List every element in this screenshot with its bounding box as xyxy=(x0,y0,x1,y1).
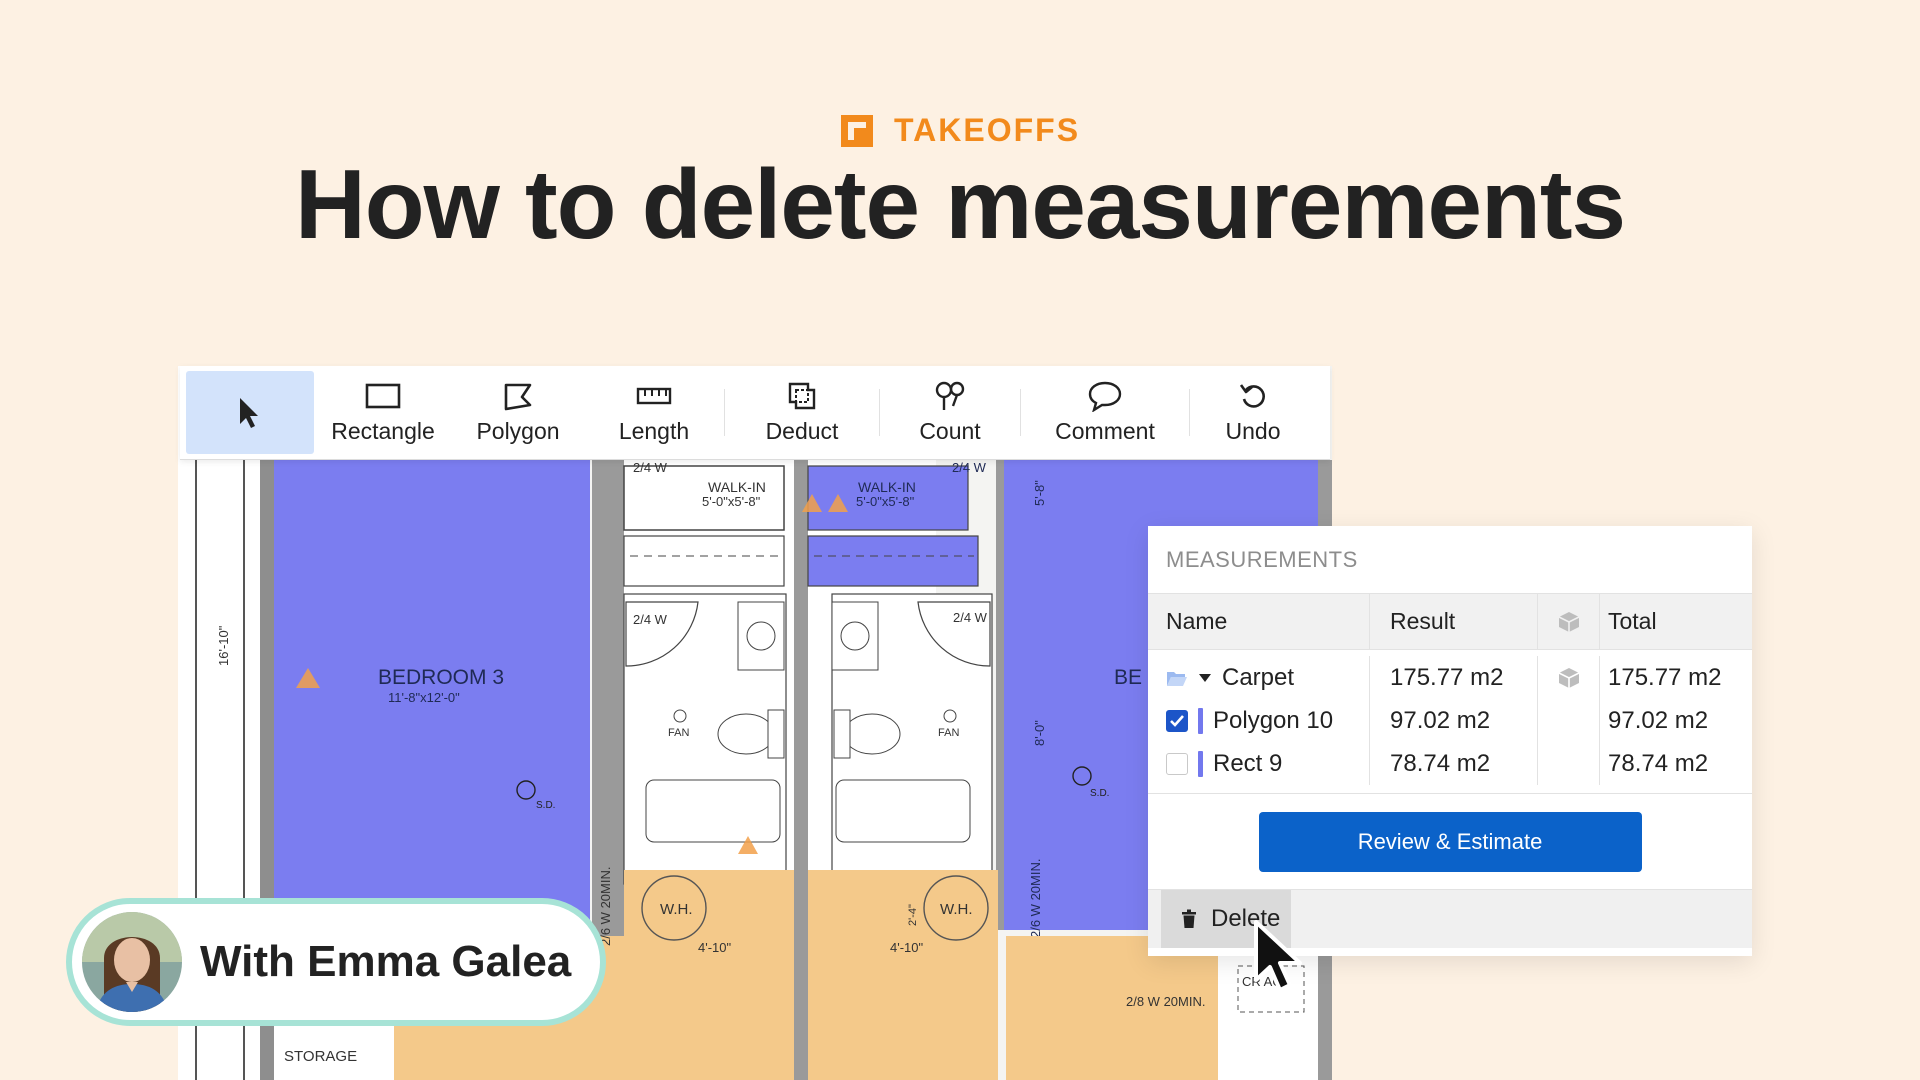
row-result: 175.77 m2 xyxy=(1370,656,1538,699)
count-icon xyxy=(933,380,967,412)
table-row[interactable]: Carpet 175.77 m2 175.77 m2 xyxy=(1148,656,1752,699)
rectangle-icon xyxy=(365,380,401,412)
comment-bubble-icon xyxy=(1087,380,1123,412)
count-tool-label: Count xyxy=(919,418,981,444)
ruler-icon xyxy=(636,380,672,412)
deduct-tool-button[interactable]: Deduct xyxy=(725,371,879,454)
cursor-arrow-icon xyxy=(236,397,264,429)
plan-label-wh-left: W.H. xyxy=(660,901,693,918)
page-title: How to delete measurements xyxy=(294,149,1626,259)
eyebrow-label: TAKEOFFS xyxy=(893,112,1081,148)
comment-tool-label: Comment xyxy=(1055,418,1155,444)
plan-dim-4-10-right: 4'-10" xyxy=(890,940,924,955)
cube-icon xyxy=(1558,611,1579,632)
color-swatch xyxy=(1198,750,1203,777)
plan-dim-5-8: 5'-8" xyxy=(1032,480,1047,506)
plan-door-28-20min: 2/8 W 20MIN. xyxy=(1126,994,1205,1009)
avatar xyxy=(82,912,182,1012)
row-total: 78.74 m2 xyxy=(1608,749,1709,777)
column-header-cube[interactable] xyxy=(1538,594,1600,649)
polygon-tool-label: Polygon xyxy=(476,418,560,444)
plan-door-24w-left: 2/4 W xyxy=(633,460,668,475)
cube-icon xyxy=(1558,667,1579,688)
column-header-total[interactable]: Total xyxy=(1600,594,1750,649)
rectangle-tool-button[interactable]: Rectangle xyxy=(314,371,452,454)
plan-dim-4-10-left: 4'-10" xyxy=(698,940,732,955)
table-row[interactable]: Polygon 10 97.02 m2 97.02 m2 xyxy=(1148,699,1752,742)
column-header-name[interactable]: Name xyxy=(1148,594,1370,649)
takeoffs-logo-icon xyxy=(840,114,873,147)
measurements-rows: Carpet 175.77 m2 175.77 m2 Polygon 10 97… xyxy=(1148,650,1752,794)
plan-label-bedroom3: BEDROOM 3 xyxy=(378,666,504,689)
table-row[interactable]: Rect 9 78.74 m2 78.74 m2 xyxy=(1148,742,1752,785)
review-button-row: Review & Estimate xyxy=(1148,794,1752,890)
plan-label-walkin-right: WALK-IN xyxy=(858,479,916,495)
deduct-tool-label: Deduct xyxy=(765,418,839,444)
plan-door-24w-right: 2/4 W xyxy=(952,460,987,475)
column-header-result[interactable]: Result xyxy=(1370,594,1538,649)
row-checkbox[interactable] xyxy=(1166,752,1188,775)
row-result: 78.74 m2 xyxy=(1370,742,1538,785)
folder-open-icon xyxy=(1167,671,1187,686)
drawing-toolbar: Rectangle Polygon Length Deduct Count Co… xyxy=(180,366,1330,460)
measurements-table-header: Name Result Total xyxy=(1148,594,1752,650)
measurements-panel: MEASUREMENTS Name Result Total Carpet 17… xyxy=(1148,526,1752,956)
polygon-icon xyxy=(502,380,534,412)
presenter-badge: With Emma Galea xyxy=(66,898,606,1026)
plan-label-walkin-right-dims: 5'-0"x5'-8" xyxy=(856,494,915,509)
comment-tool-button[interactable]: Comment xyxy=(1021,371,1189,454)
panel-footer: Delete xyxy=(1148,890,1752,948)
review-estimate-button[interactable]: Review & Estimate xyxy=(1258,811,1642,872)
plan-door-20min-right: 2/6 W 20MIN. xyxy=(1028,859,1043,938)
row-total: 97.02 m2 xyxy=(1608,706,1709,734)
plan-sd-left: S.D. xyxy=(536,800,555,811)
plan-door-24w-bath-right: 2/4 W xyxy=(953,610,988,625)
plan-dim-2-4: 2'-4" xyxy=(907,904,919,926)
length-tool-button[interactable]: Length xyxy=(584,371,724,454)
measurements-panel-title: MEASUREMENTS xyxy=(1148,526,1752,594)
plan-label-storage-left: STORAGE xyxy=(284,1048,357,1065)
plan-label-fan-left: FAN xyxy=(668,727,689,739)
undo-icon xyxy=(1238,380,1268,412)
plan-label-walkin-left-dims: 5'-0"x5'-8" xyxy=(702,494,761,509)
section-eyebrow: TAKEOFFS xyxy=(0,112,1920,149)
plan-label-bedroom3-dims: 11'-8"x12'-0" xyxy=(388,690,460,705)
color-swatch xyxy=(1198,707,1203,734)
deduct-icon xyxy=(787,380,817,412)
caret-down-icon[interactable] xyxy=(1198,673,1212,683)
presenter-name: With Emma Galea xyxy=(200,937,572,986)
row-name: Rect 9 xyxy=(1213,749,1283,777)
plan-label-walkin-left: WALK-IN xyxy=(708,479,766,495)
row-result: 97.02 m2 xyxy=(1370,699,1538,742)
row-checkbox[interactable] xyxy=(1166,709,1188,732)
select-tool-button[interactable] xyxy=(186,371,314,454)
undo-tool-label: Undo xyxy=(1225,418,1281,444)
plan-door-24w-bath-left: 2/4 W xyxy=(633,612,668,627)
row-name: Carpet xyxy=(1222,663,1295,691)
checkmark-icon xyxy=(1170,714,1184,727)
trash-icon xyxy=(1182,909,1196,928)
measurements-table: Name Result Total Carpet 175.77 m2 175.7… xyxy=(1148,594,1752,948)
row-name: Polygon 10 xyxy=(1213,706,1334,734)
rectangle-tool-label: Rectangle xyxy=(331,418,435,444)
plan-door-20min-left: 2/6 W 20MIN. xyxy=(598,867,613,946)
row-total: 175.77 m2 xyxy=(1608,663,1722,691)
count-tool-button[interactable]: Count xyxy=(880,371,1020,454)
plan-dim-16-10: 16'-10" xyxy=(216,625,231,666)
plan-label-fan-right: FAN xyxy=(938,727,959,739)
plan-label-wh-right: W.H. xyxy=(940,901,973,918)
plan-sd-right: S.D. xyxy=(1090,788,1109,799)
plan-label-bedroom-partial: BE xyxy=(1114,666,1142,689)
polygon-tool-button[interactable]: Polygon xyxy=(452,371,584,454)
undo-tool-button[interactable]: Undo xyxy=(1190,371,1316,454)
length-tool-label: Length xyxy=(618,418,690,444)
mouse-pointer-icon xyxy=(1254,920,1302,992)
plan-dim-8-0: 8'-0" xyxy=(1032,720,1047,746)
